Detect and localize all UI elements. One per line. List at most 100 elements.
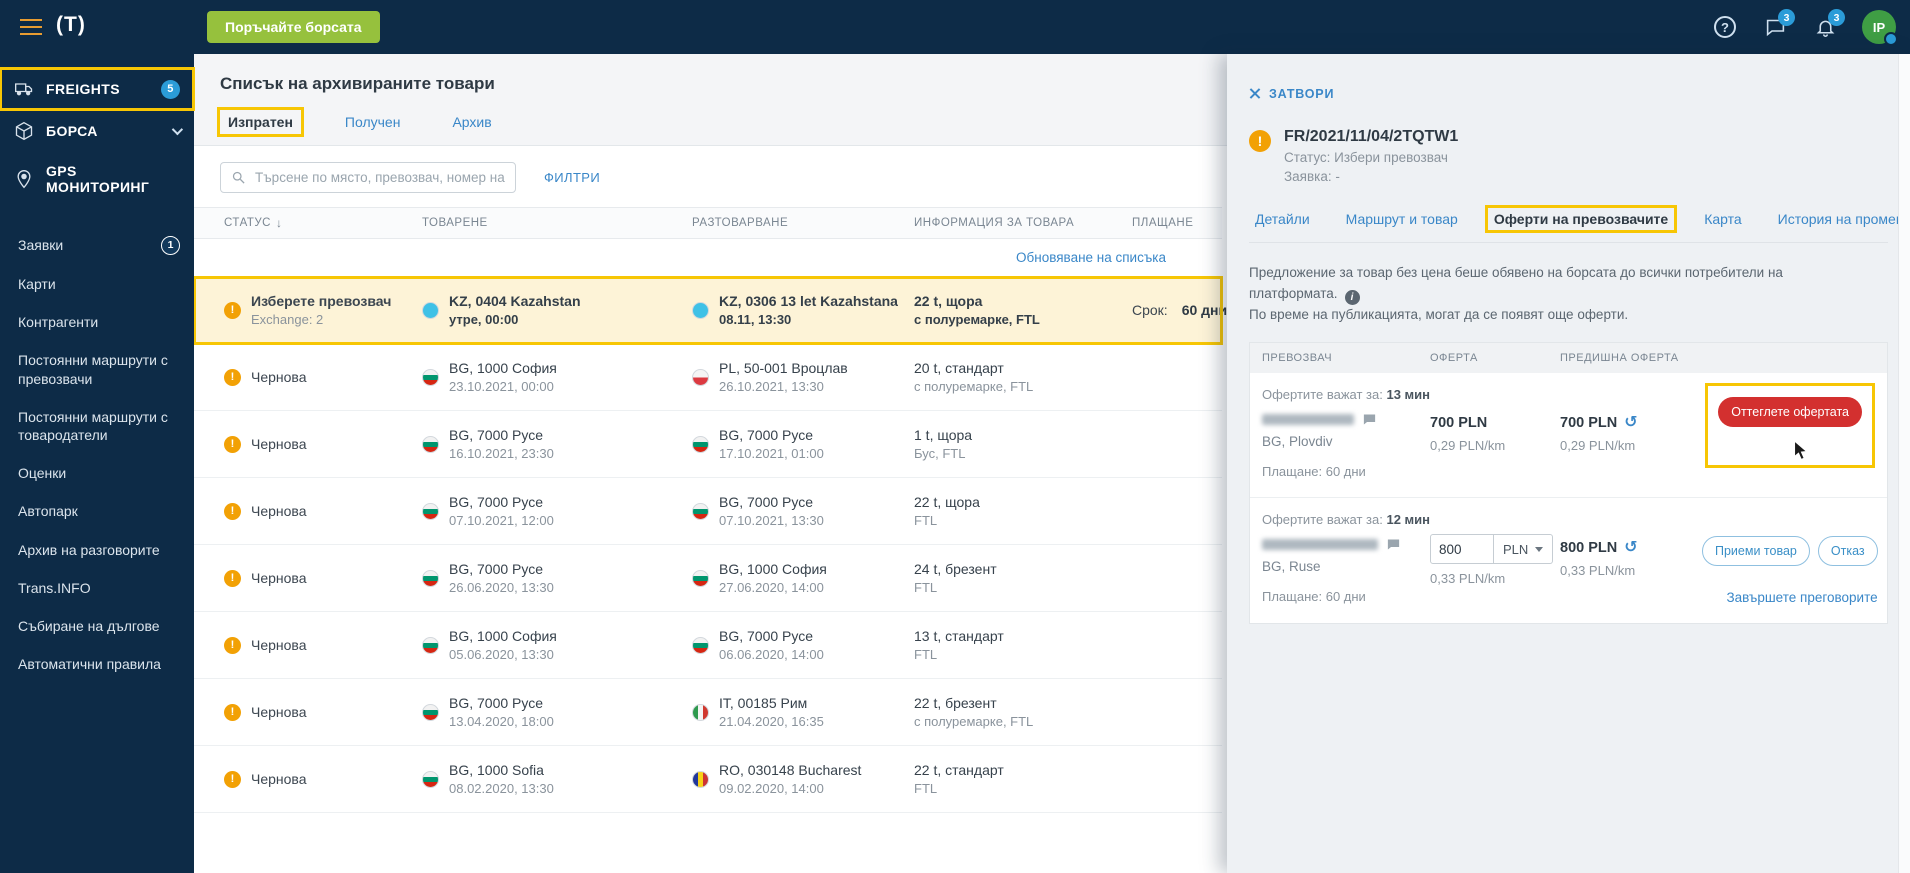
- table-row[interactable]: Чернова BG, 7000 Русе 26.06.2020, 13:30 …: [194, 545, 1222, 612]
- cube-icon: [15, 121, 33, 141]
- panel-tab[interactable]: Карта: [1698, 208, 1747, 230]
- offers-table-header: ПРЕВОЗВАЧ ОФЕРТА ПРЕДИШНА ОФЕРТА: [1250, 343, 1887, 374]
- unloading-date: 21.04.2020, 16:35: [719, 714, 824, 729]
- info-icon[interactable]: [1344, 290, 1360, 306]
- loading-place: BG, 1000 София: [449, 360, 557, 376]
- sidebar-menu-item-label: Карти: [18, 276, 56, 292]
- country-flag-icon: [692, 301, 709, 319]
- country-flag-icon: [692, 636, 709, 654]
- sidebar-menu-item-label: Постоянни маршрути с превозвачи: [18, 352, 168, 387]
- notifications-icon[interactable]: 3: [1812, 9, 1845, 40]
- freight-status-line: Статус: Избери превозвач: [1284, 150, 1448, 165]
- chat-bubble-icon[interactable]: [1386, 537, 1401, 552]
- search-input[interactable]: [255, 170, 505, 185]
- carrier-name-blurred: [1262, 539, 1378, 551]
- sidebar-item-freights[interactable]: FREIGHTS 5: [0, 67, 195, 111]
- panel-tab[interactable]: Маршрут и товар: [1340, 208, 1464, 230]
- help-icon[interactable]: [1712, 14, 1738, 40]
- cargo-summary: 24 t, брезент: [914, 561, 997, 577]
- decline-button[interactable]: Отказ: [1817, 536, 1878, 567]
- warning-icon: [224, 301, 241, 319]
- unloading-place: BG, 7000 Русе: [719, 628, 814, 644]
- scrollbar[interactable]: [1898, 54, 1910, 873]
- sidebar-menu-item[interactable]: Контрагенти: [0, 303, 194, 341]
- table-row[interactable]: Изберете превозвач Exchange: 2 KZ, 0404 …: [193, 276, 1227, 345]
- menu-icon[interactable]: [20, 19, 42, 35]
- status-label: Чернова: [251, 369, 307, 385]
- offer-price-input[interactable]: [1430, 534, 1494, 565]
- history-icon[interactable]: [1624, 415, 1637, 431]
- unloading-cell: BG, 7000 Русе 07.10.2021, 13:30: [692, 494, 914, 528]
- status-label: Изберете превозвач: [251, 293, 392, 309]
- sidebar-menu-item[interactable]: Архив на разговорите: [0, 531, 194, 569]
- table-row[interactable]: Чернова BG, 7000 Русе 16.10.2021, 23:30 …: [194, 411, 1222, 478]
- loading-date: 08.02.2020, 13:30: [449, 781, 554, 796]
- sidebar-menu-item[interactable]: Trans.INFO: [0, 569, 194, 607]
- offer-actions: Оттеглете офертата: [1702, 383, 1875, 469]
- currency-select[interactable]: PLN: [1494, 534, 1554, 565]
- carrier-cell: Офертите важат за: 12 мин BG, Ruse Плаща…: [1262, 512, 1431, 605]
- history-icon[interactable]: [1624, 540, 1637, 556]
- sidebar-menu-item[interactable]: Събиране на дългове: [0, 607, 194, 645]
- chat-bubble-icon[interactable]: [1362, 412, 1377, 427]
- panel-tab[interactable]: Детайли: [1249, 208, 1316, 230]
- status-cell: Чернова: [224, 569, 422, 587]
- withdraw-offer-button[interactable]: Оттеглете офертата: [1718, 397, 1862, 428]
- offer-row: Офертите важат за: 13 мин BG, Plovdiv Пл…: [1250, 373, 1887, 499]
- column-header-status[interactable]: СТАТУС: [224, 216, 422, 230]
- panel-header: FR/2021/11/04/2TQTW1 Статус: Избери прев…: [1249, 128, 1888, 184]
- accept-freight-button[interactable]: Приеми товар: [1702, 536, 1810, 567]
- sidebar: FREIGHTS 5 БОРСА GPS МОНИТОРИНГ Заявки 1…: [0, 54, 195, 873]
- country-flag-icon: [692, 368, 709, 386]
- warning-icon: [224, 435, 241, 453]
- sidebar-menu-item[interactable]: Постоянни маршрути с превозвачи: [0, 341, 194, 397]
- loading-date: 07.10.2021, 12:00: [449, 513, 554, 528]
- table-row[interactable]: Чернова BG, 1000 София 23.10.2021, 00:00…: [194, 344, 1222, 411]
- sidebar-menu-item[interactable]: Автопарк: [0, 492, 194, 530]
- table-row[interactable]: Чернова BG, 7000 Русе 13.04.2020, 18:00 …: [194, 679, 1222, 746]
- loading-cell: BG, 7000 Русе 13.04.2020, 18:00: [422, 695, 692, 729]
- refresh-list-link[interactable]: Обновяване на списъка: [1016, 250, 1166, 265]
- sidebar-menu-item[interactable]: Автоматични правила: [0, 645, 194, 683]
- order-exchange-button[interactable]: Поръчайте борсата: [207, 11, 380, 43]
- panel-tab[interactable]: Оферти на превозвачите: [1484, 205, 1678, 233]
- list-tab[interactable]: Архив: [444, 110, 499, 134]
- cargo-summary: 1 t, щора: [914, 427, 973, 443]
- topbar-actions: 3 3 IP: [1712, 0, 1898, 54]
- sidebar-menu-item-label: Trans.INFO: [18, 579, 91, 596]
- avatar[interactable]: IP: [1862, 10, 1898, 46]
- panel-tab[interactable]: История на промените: [1772, 208, 1910, 230]
- table-row[interactable]: Чернова BG, 1000 София 05.06.2020, 13:30…: [194, 612, 1222, 679]
- table-row[interactable]: Чернова BG, 7000 Русе 07.10.2021, 12:00 …: [194, 478, 1222, 545]
- list-tab[interactable]: Изпратен: [217, 107, 304, 137]
- loading-date: 16.10.2021, 23:30: [449, 446, 554, 461]
- unloading-cell: BG, 7000 Русе 17.10.2021, 01:00: [692, 427, 914, 461]
- sidebar-menu-item[interactable]: Карти: [0, 265, 194, 303]
- loading-place: BG, 7000 Русе: [449, 561, 544, 577]
- status-label: Чернова: [251, 704, 307, 720]
- sidebar-item-exchange[interactable]: БОРСА: [0, 110, 194, 152]
- list-tab[interactable]: Получен: [337, 110, 409, 134]
- cargo-detail: FTL: [914, 647, 938, 662]
- sidebar-menu-item[interactable]: Оценки: [0, 454, 194, 492]
- loading-place: BG, 7000 Русе: [449, 695, 544, 711]
- warning-icon: [224, 703, 241, 721]
- unloading-cell: RO, 030148 Bucharest 09.02.2020, 14:00: [692, 762, 914, 796]
- offer-actions: Приеми товар Отказ Завършете преговорите: [1702, 512, 1878, 605]
- finish-negotiations-link[interactable]: Завършете преговорите: [1727, 590, 1878, 605]
- country-flag-icon: [422, 301, 439, 319]
- status-cell: Чернова: [224, 368, 422, 386]
- column-header-loading: ТОВАРЕНЕ: [422, 217, 488, 229]
- cargo-summary: 22 t, щора: [914, 494, 980, 510]
- sidebar-menu-item[interactable]: Постоянни маршрути с товародатели: [0, 398, 194, 454]
- cargo-detail: FTL: [914, 580, 938, 595]
- chat-icon[interactable]: 3: [1762, 9, 1795, 40]
- close-panel-link[interactable]: ЗАТВОРИ: [1249, 87, 1334, 101]
- sidebar-menu-item[interactable]: Заявки 1: [0, 226, 194, 265]
- sidebar-item-gps-monitoring[interactable]: GPS МОНИТОРИНГ: [0, 152, 194, 206]
- freights-table: СТАТУС ТОВАРЕНЕ РАЗТОВАРВАНЕ ИНФОРМАЦИЯ …: [193, 207, 1227, 813]
- filters-link[interactable]: ФИЛТРИ: [544, 170, 600, 185]
- cargo-info-cell: 22 t, щора FTL: [914, 494, 1132, 528]
- table-row[interactable]: Чернова BG, 1000 Sofia 08.02.2020, 13:30…: [194, 746, 1222, 813]
- country-flag-icon: [692, 502, 709, 520]
